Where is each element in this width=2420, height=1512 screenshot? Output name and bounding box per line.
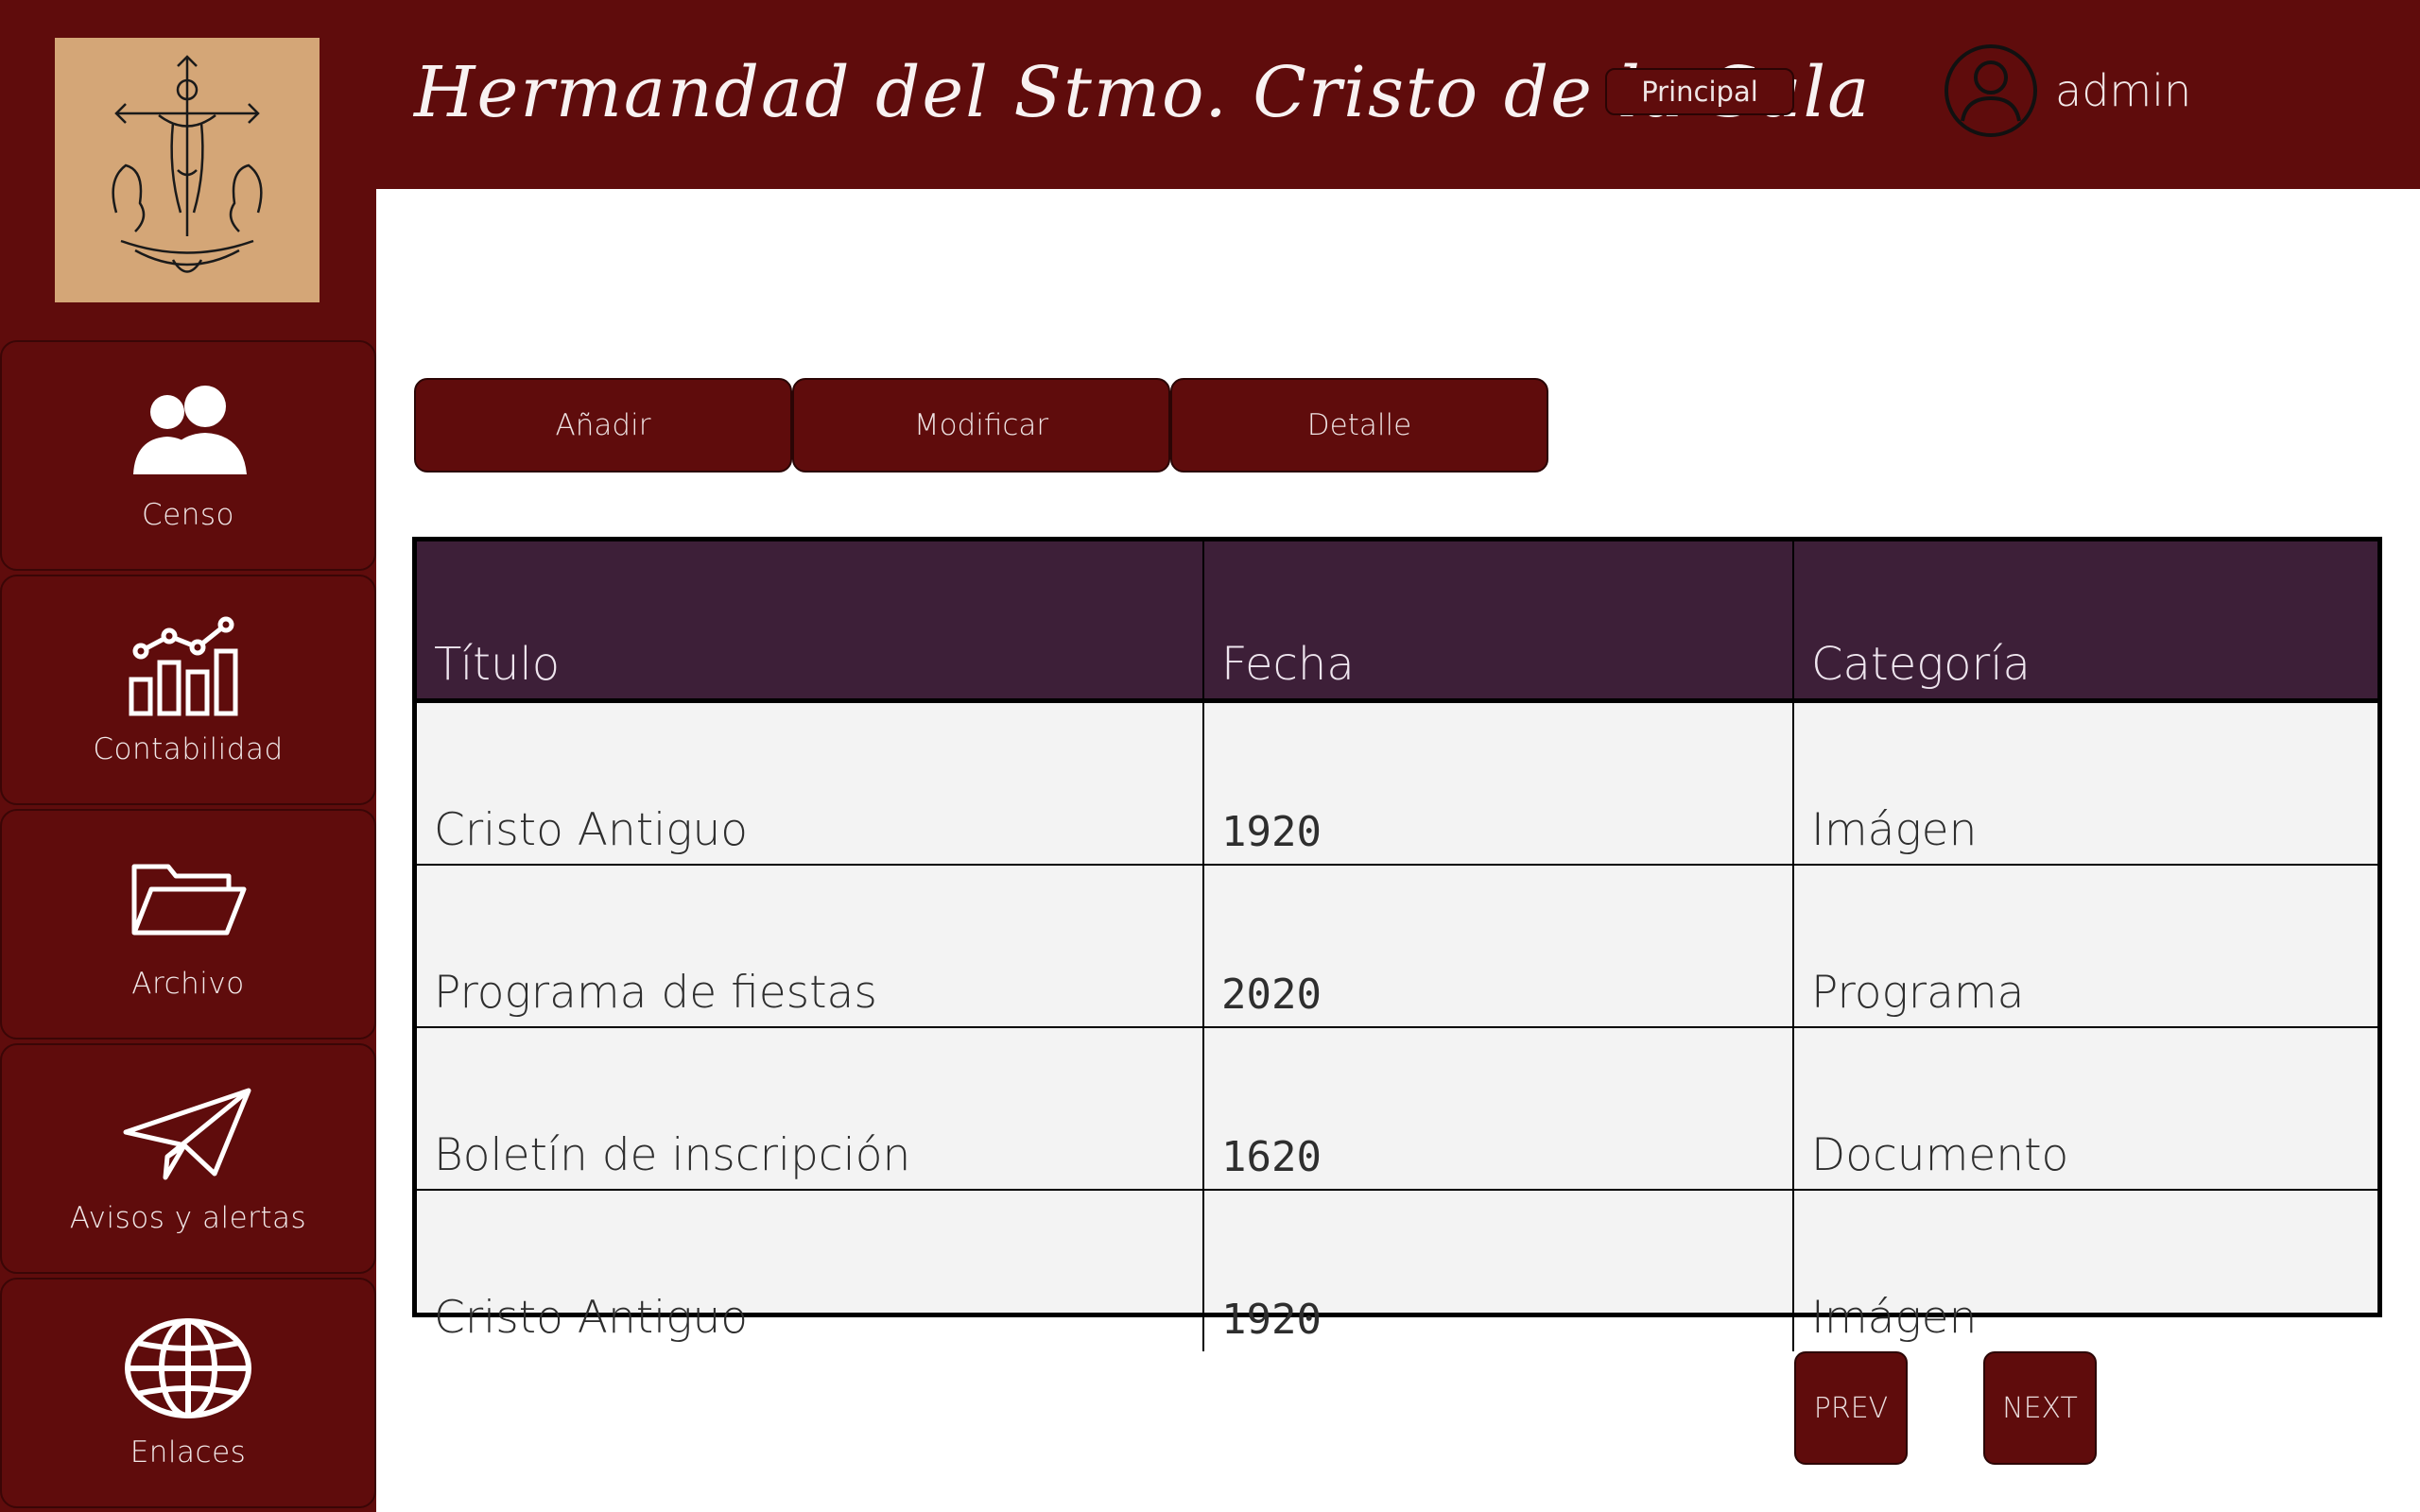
folder-icon [127, 848, 250, 952]
modify-button[interactable]: Modificar [792, 378, 1170, 472]
sidebar-item-avisos[interactable]: Avisos y alertas [0, 1043, 376, 1274]
sidebar-item-label: Censo [142, 498, 234, 532]
table-header-row: Título Fecha Categoría [417, 541, 2377, 703]
table-row[interactable]: Boletín de inscripción 1620 Documento [417, 1027, 2377, 1191]
table-row[interactable]: Programa de fiestas 2020 Programa [417, 865, 2377, 1028]
column-header-titulo[interactable]: Título [417, 541, 1204, 703]
user-name: admin [2055, 65, 2192, 116]
cell-categoria: Documento [1793, 1027, 2377, 1191]
sidebar: Censo Contabilidad Archivo Avisos y aler… [0, 0, 376, 1512]
column-header-fecha[interactable]: Fecha [1203, 541, 1794, 703]
sidebar-item-censo[interactable]: Censo [0, 340, 376, 571]
top-header: Hermandad del Stmo. Cristo de la Sala Pr… [376, 0, 2420, 189]
crucifix-logo-icon [112, 55, 263, 273]
cell-titulo: Programa de fiestas [417, 865, 1204, 1028]
sidebar-item-label: Avisos y alertas [69, 1201, 307, 1235]
app-window: Censo Contabilidad Archivo Avisos y aler… [0, 0, 2420, 1512]
sidebar-item-label: Archivo [131, 967, 245, 1001]
paper-plane-icon [122, 1082, 254, 1186]
users-icon [122, 379, 254, 483]
add-button[interactable]: Añadir [414, 378, 792, 472]
column-header-categoria[interactable]: Categoría [1793, 541, 2377, 703]
globe-icon [122, 1316, 254, 1420]
prev-page-button[interactable]: PREV [1794, 1351, 1908, 1465]
principal-button[interactable]: Principal [1605, 68, 1794, 115]
sidebar-item-enlaces[interactable]: Enlaces [0, 1278, 376, 1508]
cell-fecha: 2020 [1203, 865, 1794, 1028]
cell-titulo: Boletín de inscripción [417, 1027, 1204, 1191]
cell-categoria: Imágen [1793, 700, 2377, 866]
main-content: Añadir Modificar Detalle Título Fecha Ca… [376, 189, 2420, 1512]
sidebar-item-label: Enlaces [130, 1435, 247, 1469]
sidebar-item-contabilidad[interactable]: Contabilidad [0, 575, 376, 805]
cell-categoria: Imágen [1811, 1292, 1978, 1344]
cell-titulo: Cristo Antiguo [417, 700, 1204, 866]
table-row[interactable]: Cristo Antiguo 1920 Imágen [417, 700, 2377, 866]
user-avatar-icon [1945, 44, 2037, 137]
sidebar-item-archivo[interactable]: Archivo [0, 809, 376, 1040]
user-menu[interactable]: admin [1944, 43, 2191, 138]
chart-icon [122, 613, 254, 717]
cell-titulo: Cristo Antiguo [417, 1190, 1204, 1351]
detail-button[interactable]: Detalle [1170, 378, 1548, 472]
cell-categoria: Programa [1793, 865, 2377, 1028]
cell-fecha: 1620 [1203, 1027, 1794, 1191]
brotherhood-logo [55, 38, 320, 302]
cell-fecha: 1920 [1203, 1190, 1794, 1351]
next-page-button[interactable]: NEXT [1983, 1351, 2097, 1465]
cell-fecha: 1920 [1203, 700, 1794, 866]
table-row[interactable]: Cristo Antiguo 1920 Imágen [417, 1190, 2377, 1351]
action-toolbar: Añadir Modificar Detalle [414, 378, 1548, 472]
sidebar-item-label: Contabilidad [93, 732, 284, 766]
records-table: Título Fecha Categoría Cristo Antiguo 19… [412, 537, 2382, 1351]
